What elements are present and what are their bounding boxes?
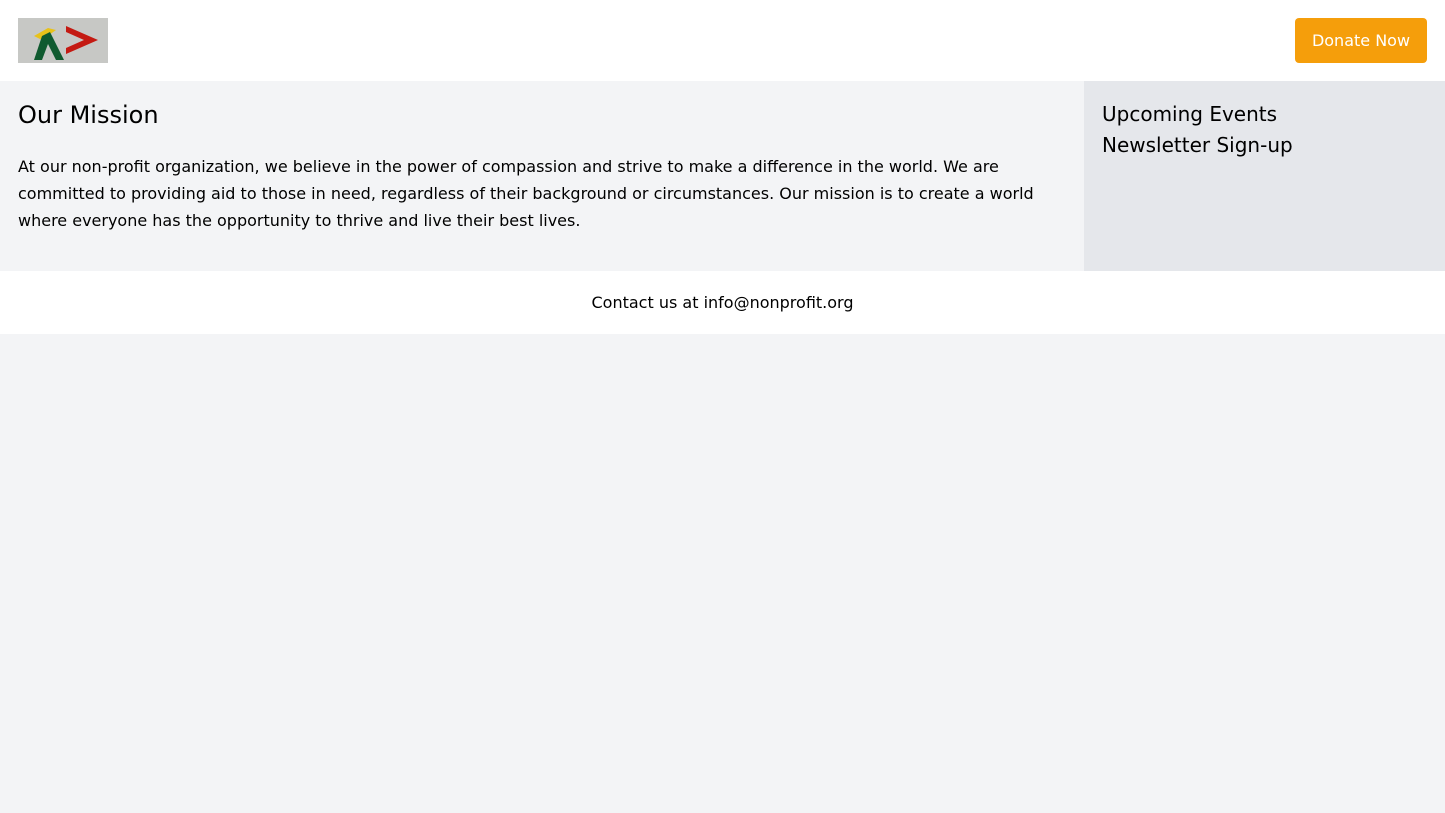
- mission-section: Our Mission At our non-profit organizati…: [0, 81, 1084, 271]
- page-title: Our Mission: [18, 101, 159, 129]
- sidebar-item-upcoming-events[interactable]: Upcoming Events: [1102, 99, 1277, 130]
- contact-text: Contact us at info@nonprofit.org: [591, 293, 854, 312]
- header: Donate Now: [0, 0, 1445, 81]
- logo-icon[interactable]: [18, 18, 108, 63]
- page-background: [0, 334, 1445, 813]
- mission-text: At our non-profit organization, we belie…: [18, 157, 1034, 230]
- footer: Contact us at info@nonprofit.org: [0, 271, 1445, 334]
- donate-button[interactable]: Donate Now: [1295, 18, 1427, 63]
- sidebar-item-newsletter-signup[interactable]: Newsletter Sign-up: [1102, 130, 1293, 161]
- sidebar: Upcoming Events Newsletter Sign-up: [1084, 81, 1445, 271]
